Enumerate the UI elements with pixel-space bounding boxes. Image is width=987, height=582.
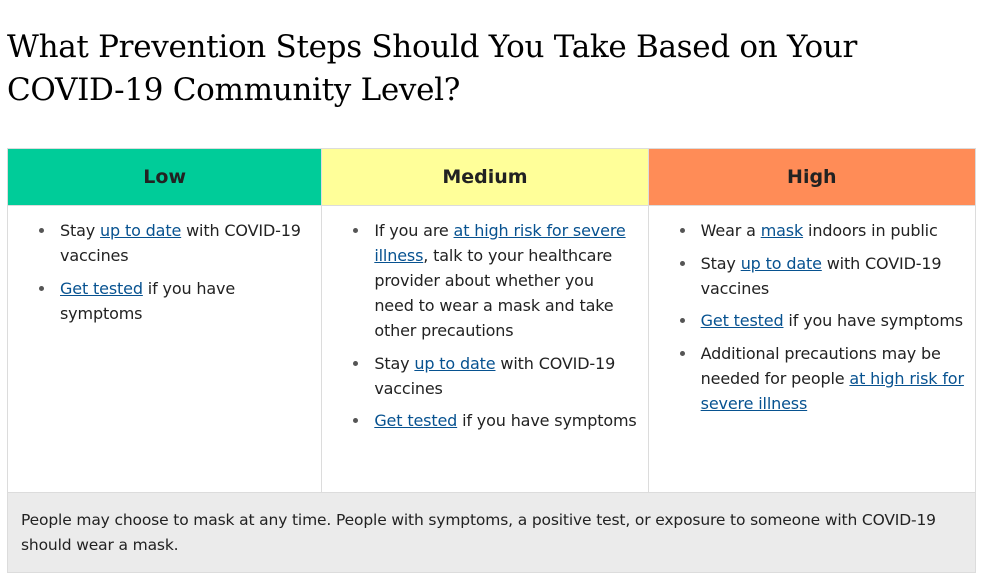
step-text: Wear a: [700, 221, 761, 240]
step-item: If you are at high risk for severe illne…: [353, 218, 647, 343]
step-item: Get tested if you have symptoms: [353, 408, 647, 433]
header-high: High: [647, 148, 977, 206]
header-low: Low: [6, 148, 323, 206]
low-steps-cell: Stay up to date with COVID-19 vaccines Ge…: [6, 205, 323, 493]
step-link[interactable]: Get tested: [701, 311, 784, 330]
step-text: Stay: [700, 253, 741, 273]
step-text: if you have symptoms: [783, 311, 963, 330]
step-link[interactable]: Get tested: [60, 279, 143, 298]
title-line-1: What Prevention Steps Should You Take Ba…: [7, 29, 858, 65]
header-row: Low Medium High: [6, 148, 977, 206]
medium-steps-cell: If you are at high risk for severe illne…: [321, 205, 649, 493]
low-steps-list: Stay up to date with COVID-19 vaccines Ge…: [8, 218, 321, 326]
high-steps-cell: Wear a mask indoors in public Stay up to …: [647, 205, 977, 493]
step-text: if you have symptoms: [457, 411, 637, 430]
title-line-2: COVID-19 Community Level?: [7, 72, 461, 108]
step-link[interactable]: up to date: [414, 354, 495, 373]
step-link[interactable]: Get tested: [374, 411, 457, 430]
footer-row: People may choose to mask at any time. P…: [7, 492, 976, 573]
step-text: Stay: [374, 353, 415, 373]
step-link[interactable]: up to date: [100, 221, 181, 240]
page-title: What Prevention Steps Should You Take Ba…: [7, 26, 967, 112]
step-text: Stay: [60, 221, 101, 240]
footer-note: People may choose to mask at any time. P…: [7, 492, 976, 573]
step-item: Wear a mask indoors in public: [679, 218, 975, 243]
step-item: Stay up to date with COVID-19 vaccines: [679, 251, 975, 301]
high-steps-list: Wear a mask indoors in public Stay up to …: [649, 218, 975, 416]
step-item: Stay up to date with COVID-19 vaccines: [353, 351, 647, 401]
medium-steps-list: If you are at high risk for severe illne…: [322, 218, 647, 433]
step-text: indoors in public: [803, 221, 938, 240]
community-level-table: Low Medium High Stay up to date with COV…: [6, 148, 977, 573]
header-medium: Medium: [321, 148, 649, 206]
steps-row: Stay up to date with COVID-19 vaccines Ge…: [6, 205, 977, 493]
step-item: Get tested if you have symptoms: [38, 276, 321, 326]
step-link[interactable]: mask: [761, 221, 804, 240]
step-text: If you are: [374, 221, 454, 240]
step-item: Additional precautions may be needed for…: [679, 341, 975, 416]
step-item: Stay up to date with COVID-19 vaccines: [38, 218, 321, 268]
step-link[interactable]: up to date: [741, 254, 822, 273]
step-item: Get tested if you have symptoms: [679, 308, 975, 333]
